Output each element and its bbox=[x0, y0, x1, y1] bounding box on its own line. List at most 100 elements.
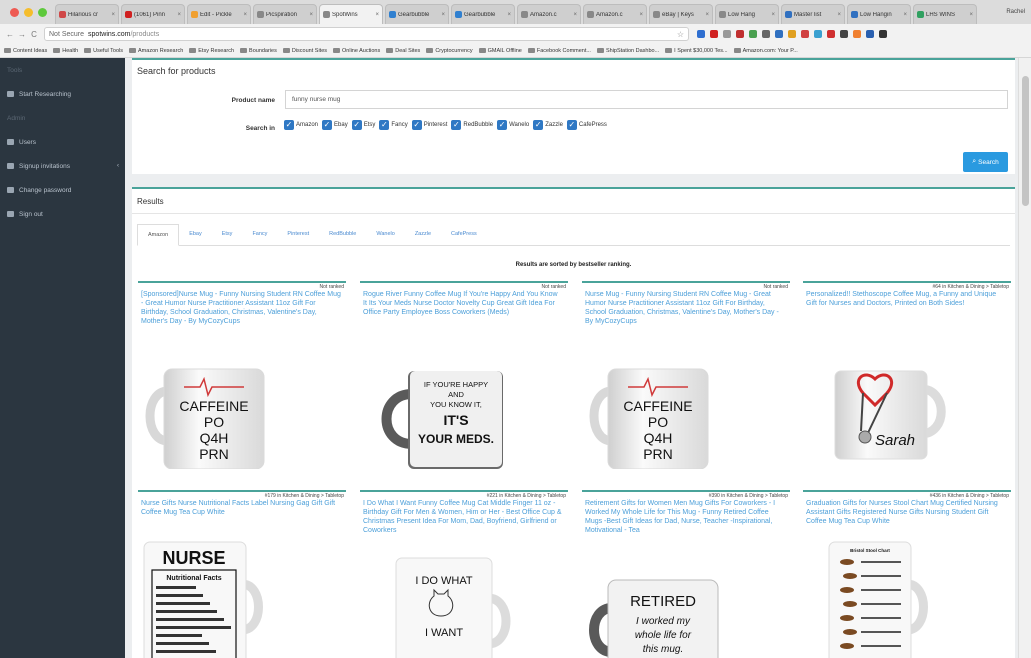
checkbox-checked-icon[interactable]: ✓ bbox=[379, 120, 390, 130]
extension-icon[interactable] bbox=[840, 30, 848, 38]
site-checkbox[interactable]: ✓ RedBubble bbox=[451, 120, 493, 130]
site-checkbox[interactable]: ✓ Amazon bbox=[284, 120, 318, 130]
site-checkbox[interactable]: ✓ Zazzle bbox=[533, 120, 563, 130]
checkbox-checked-icon[interactable]: ✓ bbox=[411, 120, 422, 130]
sidebar-item[interactable]: Signup invitations ‹ bbox=[0, 154, 125, 178]
results-tab[interactable]: RedBubble bbox=[319, 223, 366, 245]
browser-tab[interactable]: Low Hangin × bbox=[847, 4, 911, 24]
profile-name[interactable]: Rachel bbox=[1000, 0, 1031, 24]
bookmark-item[interactable]: Useful Tools bbox=[84, 48, 123, 54]
extension-icon[interactable] bbox=[697, 30, 705, 38]
bookmark-item[interactable]: Deal Sites bbox=[386, 48, 420, 54]
bookmark-item[interactable]: Discount Sites bbox=[282, 48, 327, 54]
checkbox-checked-icon[interactable]: ✓ bbox=[497, 120, 508, 130]
bookmark-item[interactable]: Cryptocurrency bbox=[426, 48, 473, 54]
extension-icon[interactable] bbox=[788, 30, 796, 38]
product-title-link[interactable]: Rogue River Funny Coffee Mug If You're H… bbox=[363, 290, 563, 317]
product-card[interactable]: Nurse Gifts Nurse Nutritional Facts Labe… bbox=[138, 490, 346, 658]
product-title-link[interactable]: [Sponsored]Nurse Mug - Funny Nursing Stu… bbox=[141, 290, 341, 326]
bookmark-item[interactable]: Health bbox=[53, 48, 78, 54]
bookmark-item[interactable]: ShipStation Dashbo... bbox=[596, 48, 659, 54]
browser-tab[interactable]: eBay | Keys × bbox=[649, 4, 713, 24]
extension-icon[interactable] bbox=[853, 30, 861, 38]
bookmark-item[interactable]: Online Auctions bbox=[333, 48, 380, 54]
product-card[interactable]: Rogue River Funny Coffee Mug If You're H… bbox=[360, 281, 568, 481]
extension-icon[interactable] bbox=[723, 30, 731, 38]
checkbox-checked-icon[interactable]: ✓ bbox=[322, 120, 333, 130]
extension-icon[interactable] bbox=[814, 30, 822, 38]
browser-tab[interactable]: Amazon.c × bbox=[517, 4, 581, 24]
results-tab[interactable]: Pinterest bbox=[277, 223, 319, 245]
extension-icon[interactable] bbox=[710, 30, 718, 38]
results-tab[interactable]: CafePress bbox=[441, 223, 487, 245]
browser-tab[interactable]: Edit - Pickle × bbox=[187, 4, 251, 24]
reload-icon[interactable]: C bbox=[28, 30, 40, 39]
product-image[interactable]: Bristol Stool Chart bbox=[803, 540, 1011, 658]
checkbox-checked-icon[interactable]: ✓ bbox=[533, 120, 544, 130]
product-title-link[interactable]: Nurse Gifts Nurse Nutritional Facts Labe… bbox=[141, 499, 341, 517]
tab-close-icon[interactable]: × bbox=[441, 12, 445, 18]
tab-close-icon[interactable]: × bbox=[837, 12, 841, 18]
product-card[interactable]: Retirement Gifts for Women Men Mug Gifts… bbox=[582, 490, 790, 658]
bookmark-star-icon[interactable]: ☆ bbox=[677, 30, 684, 39]
bookmark-item[interactable]: Content Ideas bbox=[4, 48, 47, 54]
checkbox-checked-icon[interactable]: ✓ bbox=[351, 120, 362, 130]
site-checkbox[interactable]: ✓ Etsy bbox=[351, 120, 375, 130]
back-icon[interactable]: ← bbox=[4, 30, 16, 39]
results-tab[interactable]: Zazzle bbox=[405, 223, 441, 245]
tab-close-icon[interactable]: × bbox=[243, 12, 247, 18]
product-image[interactable]: RETIRED I worked my whole life for this mug… bbox=[582, 540, 790, 658]
browser-tab[interactable]: Low Hang × bbox=[715, 4, 779, 24]
extension-icon[interactable] bbox=[801, 30, 809, 38]
browser-tab[interactable]: Gearbubble × bbox=[451, 4, 515, 24]
bookmark-item[interactable]: Facebook Comment... bbox=[527, 48, 591, 54]
product-title-link[interactable]: Retirement Gifts for Women Men Mug Gifts… bbox=[585, 499, 785, 535]
checkbox-checked-icon[interactable]: ✓ bbox=[566, 120, 577, 130]
minimize-window-icon[interactable] bbox=[24, 7, 33, 17]
sidebar-item[interactable]: Start Researching bbox=[0, 82, 125, 106]
close-window-icon[interactable] bbox=[10, 7, 19, 17]
url-bar[interactable]: Not Secure spotwins.com /products ☆ bbox=[44, 27, 689, 41]
product-card[interactable]: [Sponsored]Nurse Mug - Funny Nursing Stu… bbox=[138, 281, 346, 481]
product-image[interactable]: IF YOU'RE HAPPYANDYOU KNOW IT, IT'S YOUR M… bbox=[360, 349, 568, 469]
extension-icon[interactable] bbox=[762, 30, 770, 38]
tab-close-icon[interactable]: × bbox=[639, 12, 643, 18]
tab-close-icon[interactable]: × bbox=[111, 12, 115, 18]
checkbox-checked-icon[interactable]: ✓ bbox=[451, 120, 462, 130]
scrollbar-thumb[interactable] bbox=[1022, 76, 1029, 206]
browser-tab[interactable]: Gearbubble × bbox=[385, 4, 449, 24]
product-card[interactable]: Personalized!! Stethoscope Coffee Mug, a… bbox=[803, 281, 1011, 481]
product-card[interactable]: Nurse Mug - Funny Nursing Student RN Cof… bbox=[582, 281, 790, 481]
results-tab[interactable]: Amazon bbox=[137, 224, 180, 246]
product-image[interactable]: NURSE Nutritional Facts bbox=[138, 540, 346, 658]
maximize-window-icon[interactable] bbox=[38, 7, 47, 17]
browser-tab[interactable]: Master list × bbox=[781, 4, 845, 24]
sidebar-item[interactable]: Change password bbox=[0, 178, 125, 202]
site-checkbox[interactable]: ✓ CafePress bbox=[566, 120, 607, 130]
product-card[interactable]: I Do What I Want Funny Coffee Mug Cat Mi… bbox=[360, 490, 568, 658]
bookmark-item[interactable]: Amazon Research bbox=[129, 48, 183, 54]
tab-close-icon[interactable]: × bbox=[573, 12, 577, 18]
site-checkbox[interactable]: ✓ Fancy bbox=[379, 120, 408, 130]
site-checkbox[interactable]: ✓ Pinterest bbox=[411, 120, 447, 130]
tab-close-icon[interactable]: × bbox=[177, 12, 181, 18]
product-title-link[interactable]: Graduation Gifts for Nurses Stool Chart … bbox=[806, 499, 1006, 526]
bookmark-item[interactable]: Amazon.com: Your P... bbox=[733, 48, 798, 54]
browser-tab[interactable]: Amazon.c × bbox=[583, 4, 647, 24]
results-tab[interactable]: Fancy bbox=[242, 223, 277, 245]
extension-icon[interactable] bbox=[749, 30, 757, 38]
results-tab[interactable]: Ebay bbox=[179, 223, 212, 245]
product-image[interactable]: Sarah bbox=[803, 349, 1011, 469]
product-image[interactable]: I DO WHAT I WANT bbox=[360, 540, 568, 658]
extension-icon[interactable] bbox=[736, 30, 744, 38]
product-title-link[interactable]: Personalized!! Stethoscope Coffee Mug, a… bbox=[806, 290, 1006, 308]
scrollbar[interactable] bbox=[1018, 58, 1031, 658]
product-title-link[interactable]: I Do What I Want Funny Coffee Mug Cat Mi… bbox=[363, 499, 563, 535]
browser-tab[interactable]: (1061) Pinn × bbox=[121, 4, 185, 24]
checkbox-checked-icon[interactable]: ✓ bbox=[284, 120, 294, 130]
bookmark-item[interactable]: I Spent $30,000 Tes... bbox=[665, 48, 728, 54]
extension-icon[interactable] bbox=[775, 30, 783, 38]
product-image[interactable]: CAFFEINEPOQ4HPRN bbox=[582, 349, 790, 470]
site-checkbox[interactable]: ✓ Wanelo bbox=[497, 120, 529, 130]
tab-close-icon[interactable]: × bbox=[705, 12, 709, 18]
